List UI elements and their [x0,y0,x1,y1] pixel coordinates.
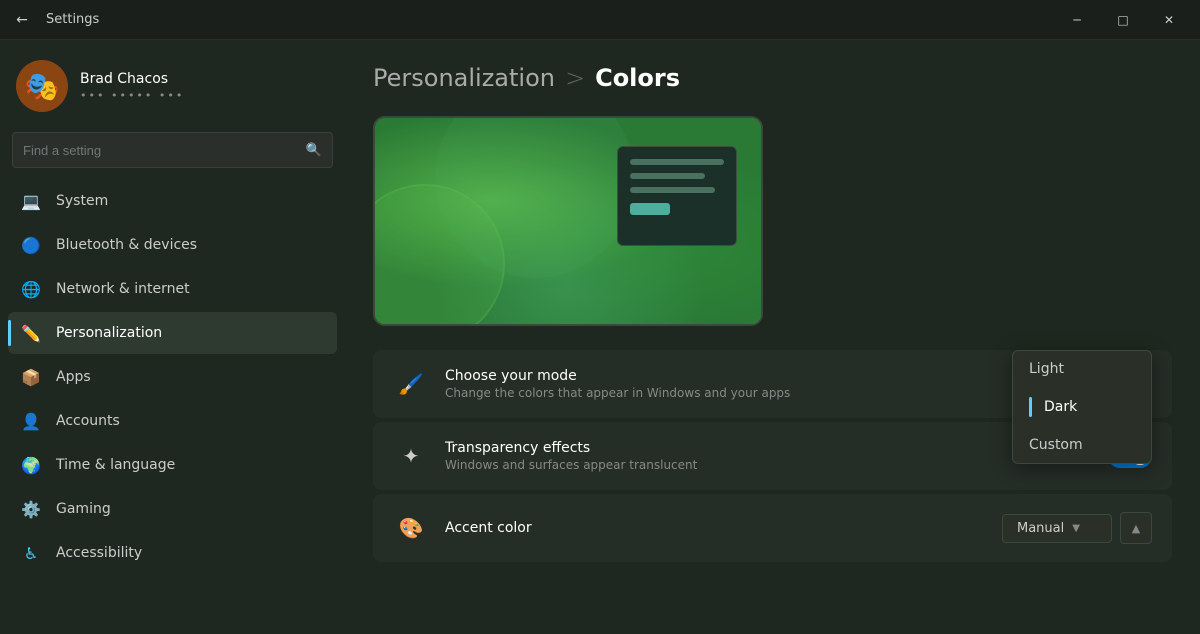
accent-value: Manual [1017,521,1064,536]
user-name: Brad Chacos [80,71,184,87]
sidebar-item-system-label: System [56,193,108,209]
sidebar-item-gaming[interactable]: ⚙️ Gaming [8,488,337,530]
sidebar: 🎭 Brad Chacos ••• ••••• ••• 🔍 💻 System 🔵 Bl… [0,40,345,634]
gaming-icon: ⚙️ [20,498,42,520]
accent-title: Accent color [445,520,986,536]
personalization-icon: ✏️ [20,322,42,344]
sidebar-item-network[interactable]: 🌐 Network & internet [8,268,337,310]
window-controls: ─ □ ✕ [1054,4,1192,36]
preview-line-1 [630,159,724,165]
close-button[interactable]: ✕ [1146,4,1192,36]
back-button[interactable]: ← [8,6,36,34]
preview-line-2 [630,173,705,179]
sidebar-item-accessibility-label: Accessibility [56,545,142,561]
accessibility-icon: ♿ [20,542,42,564]
minimize-button[interactable]: ─ [1054,4,1100,36]
mode-dropdown: Light Dark Custom [1012,350,1152,464]
system-icon: 💻 [20,190,42,212]
transparency-text: Transparency effects Windows and surface… [445,440,1062,472]
maximize-button[interactable]: □ [1100,4,1146,36]
transparency-title: Transparency effects [445,440,1062,456]
sidebar-item-personalization[interactable]: ✏️ Personalization [8,312,337,354]
app-title: Settings [46,12,99,27]
sidebar-item-apps-label: Apps [56,369,91,385]
avatar-icon: 🎭 [25,70,60,103]
sidebar-item-network-label: Network & internet [56,281,190,297]
sidebar-item-time[interactable]: 🌍 Time & language [8,444,337,486]
preview-container [373,116,763,326]
avatar: 🎭 [16,60,68,112]
sidebar-item-gaming-label: Gaming [56,501,111,517]
mode-option-custom-label: Custom [1029,437,1083,453]
sidebar-item-bluetooth-label: Bluetooth & devices [56,237,197,253]
sidebar-item-accounts[interactable]: 👤 Accounts [8,400,337,442]
minimize-icon: ─ [1073,13,1080,27]
breadcrumb: Personalization > Colors [373,64,1172,92]
chevron-down-icon: ▼ [1072,523,1080,534]
accent-control: Manual ▼ ▲ [1002,512,1152,544]
sidebar-item-bluetooth[interactable]: 🔵 Bluetooth & devices [8,224,337,266]
accent-text: Accent color [445,520,986,536]
nav-list: 💻 System 🔵 Bluetooth & devices 🌐 Network & in… [0,180,345,634]
user-info: Brad Chacos ••• ••••• ••• [80,71,184,102]
close-icon: ✕ [1164,13,1174,27]
accent-dropdown[interactable]: Manual ▼ [1002,514,1112,543]
mode-option-dark[interactable]: Dark [1013,387,1151,427]
network-icon: 🌐 [20,278,42,300]
mode-option-light-label: Light [1029,361,1064,377]
mode-option-custom[interactable]: Custom [1013,427,1151,463]
settings-row-accent: 🎨 Accent color Manual ▼ ▲ [373,494,1172,562]
sidebar-item-personalization-label: Personalization [56,325,162,341]
collapse-button[interactable]: ▲ [1120,512,1152,544]
chevron-up-icon: ▲ [1132,522,1140,535]
settings-row-mode: 🖌️ Choose your mode Change the colors th… [373,350,1172,418]
bluetooth-icon: 🔵 [20,234,42,256]
sidebar-item-accessibility[interactable]: ♿ Accessibility [8,532,337,574]
user-profile[interactable]: 🎭 Brad Chacos ••• ••••• ••• [0,50,345,128]
user-email: ••• ••••• ••• [80,89,184,102]
search-icon: 🔍 [306,143,322,158]
maximize-icon: □ [1117,13,1128,27]
accounts-icon: 👤 [20,410,42,432]
mode-option-light[interactable]: Light [1013,351,1151,387]
sidebar-item-accounts-label: Accounts [56,413,120,429]
mode-option-dark-label: Dark [1044,399,1077,415]
back-icon: ← [16,12,28,28]
app-layout: 🎭 Brad Chacos ••• ••••• ••• 🔍 💻 System 🔵 Bl… [0,40,1200,634]
sidebar-item-time-label: Time & language [56,457,175,473]
mode-icon: 🖌️ [393,366,429,402]
breadcrumb-parent[interactable]: Personalization [373,64,555,92]
search-container: 🔍 [0,128,345,180]
search-input[interactable] [23,143,298,158]
apps-icon: 📦 [20,366,42,388]
time-icon: 🌍 [20,454,42,476]
titlebar-left: ← Settings [8,6,99,34]
breadcrumb-separator: > [565,64,585,92]
titlebar: ← Settings ─ □ ✕ [0,0,1200,40]
preview-button [630,203,670,215]
sidebar-item-apps[interactable]: 📦 Apps [8,356,337,398]
transparency-icon: ✦ [393,438,429,474]
preview-line-3 [630,187,715,193]
transparency-desc: Windows and surfaces appear translucent [445,458,1062,472]
accent-icon: 🎨 [393,510,429,546]
breadcrumb-current: Colors [595,64,680,92]
sidebar-item-system[interactable]: 💻 System [8,180,337,222]
main-content: Personalization > Colors 🖌️ Choose your … [345,40,1200,634]
preview-window [617,146,737,246]
search-box[interactable]: 🔍 [12,132,333,168]
